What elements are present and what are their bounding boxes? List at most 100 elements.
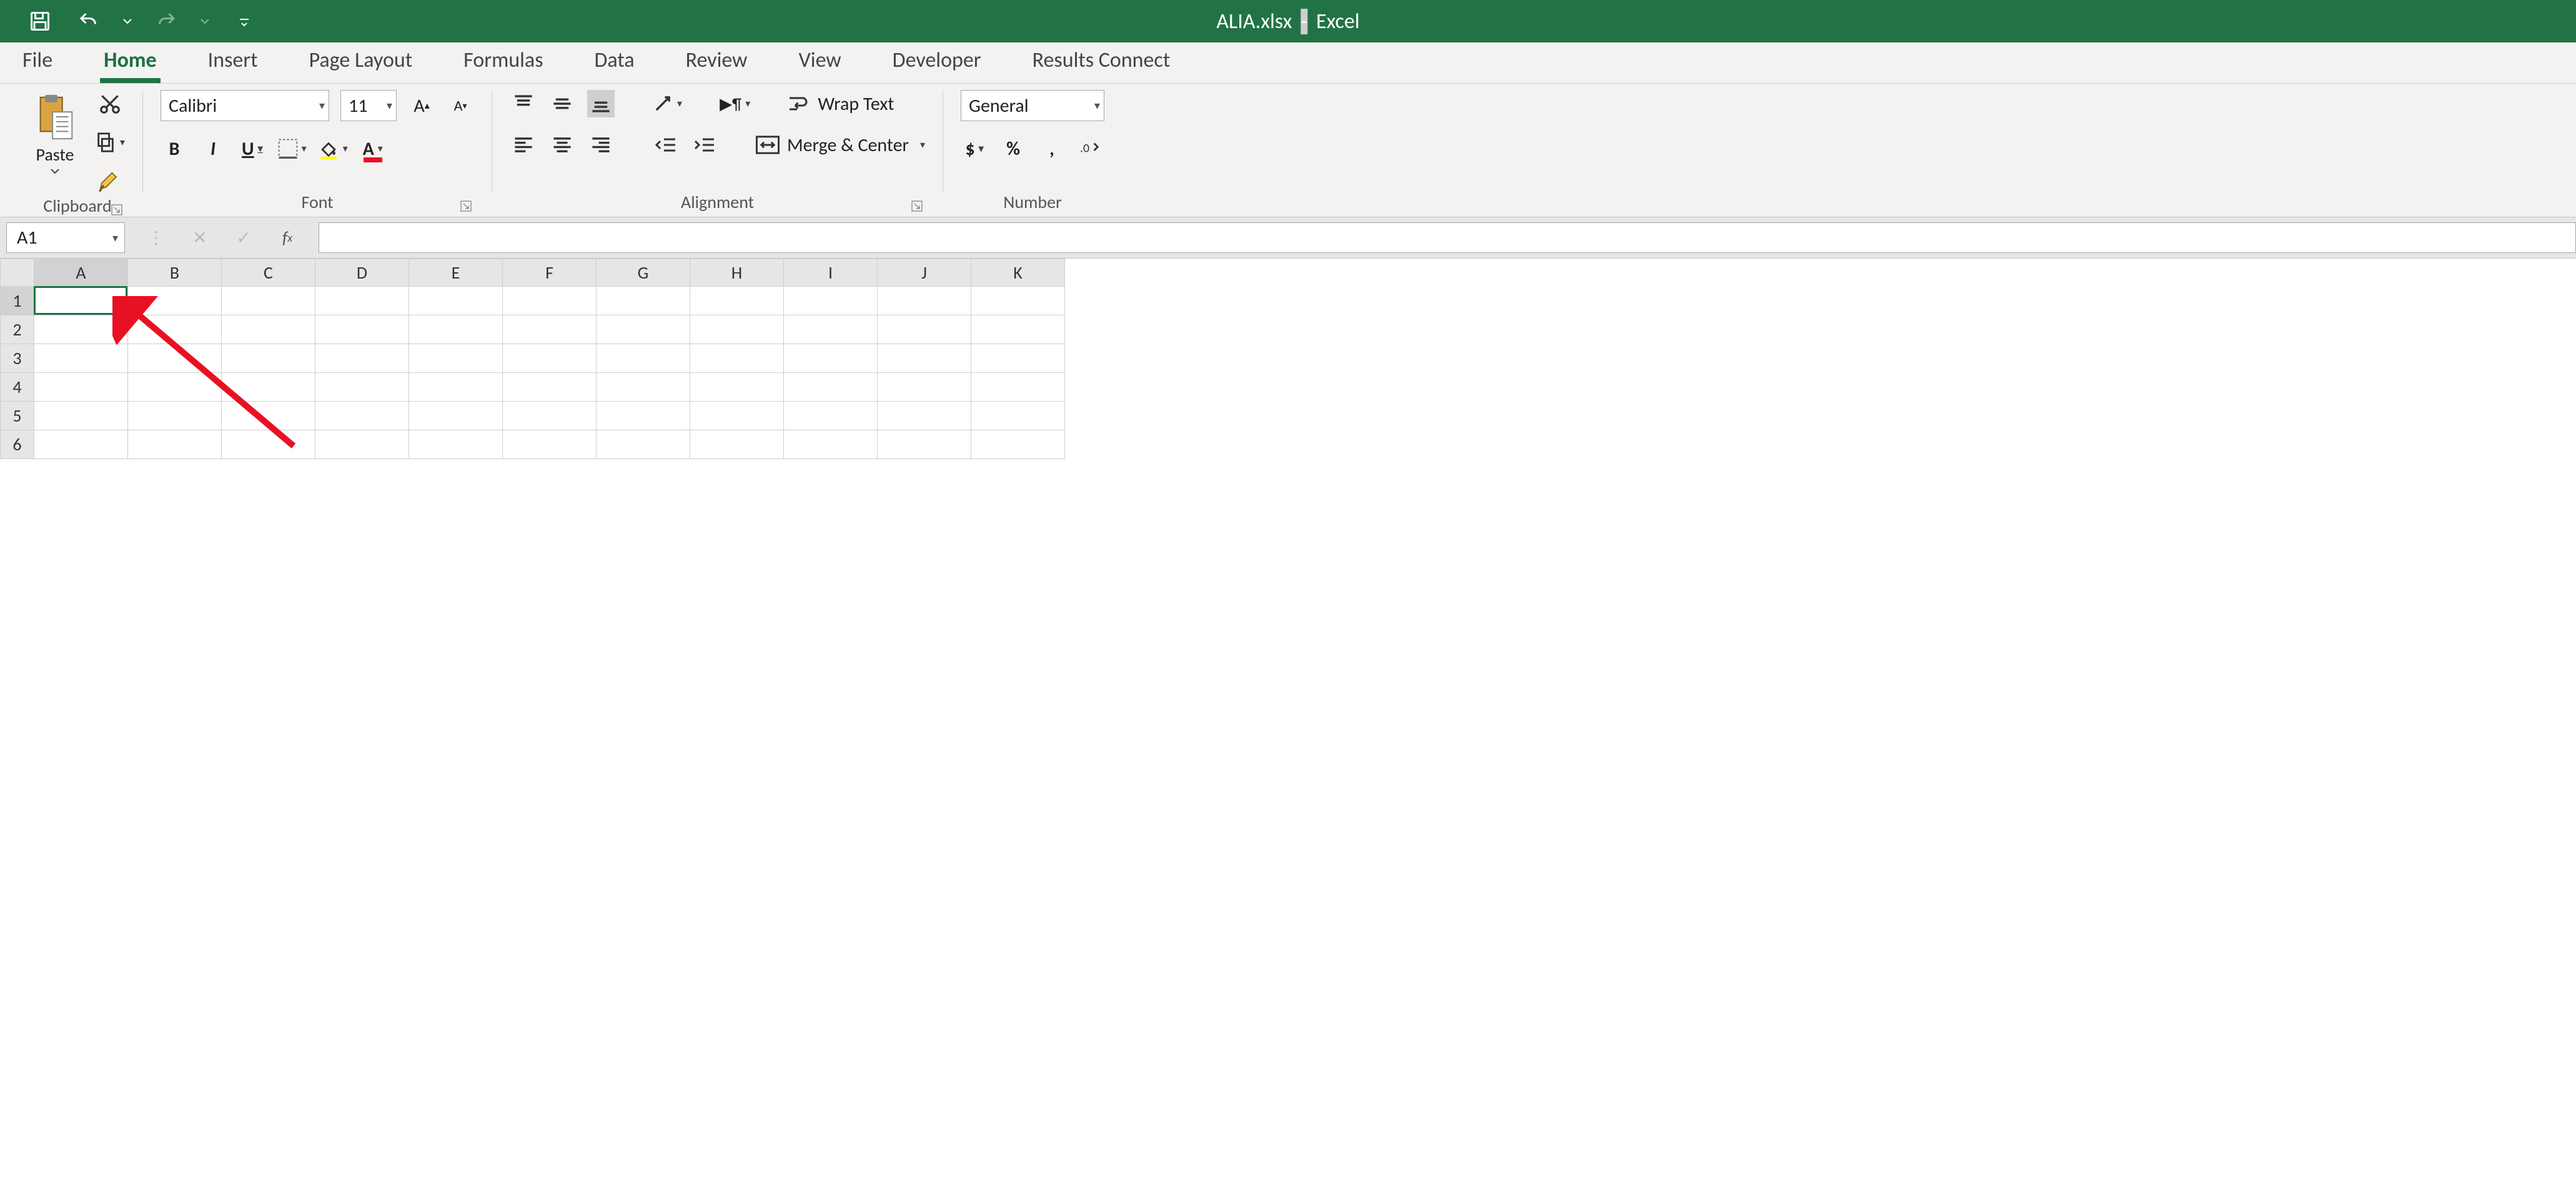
- cell-A6[interactable]: [34, 430, 128, 459]
- cell-C6[interactable]: [222, 430, 315, 459]
- cell-B2[interactable]: [128, 315, 222, 344]
- cell-D2[interactable]: [315, 315, 409, 344]
- column-header-D[interactable]: D: [315, 259, 409, 287]
- font-name-select[interactable]: Calibri▾: [161, 90, 329, 121]
- column-header-F[interactable]: F: [503, 259, 597, 287]
- align-middle-button[interactable]: [548, 90, 576, 117]
- cell-F2[interactable]: [503, 315, 597, 344]
- cell-E6[interactable]: [409, 430, 503, 459]
- cell-B3[interactable]: [128, 344, 222, 373]
- tab-formulas[interactable]: Formulas: [460, 41, 547, 83]
- name-box[interactable]: A1▾: [6, 222, 125, 253]
- cell-G6[interactable]: [597, 430, 690, 459]
- cell-I4[interactable]: [784, 373, 878, 402]
- cell-I1[interactable]: [784, 287, 878, 315]
- cell-H6[interactable]: [690, 430, 784, 459]
- cell-C2[interactable]: [222, 315, 315, 344]
- cell-I3[interactable]: [784, 344, 878, 373]
- bold-button[interactable]: B: [161, 135, 188, 162]
- cell-J2[interactable]: [878, 315, 971, 344]
- cell-K2[interactable]: [971, 315, 1065, 344]
- column-header-I[interactable]: I: [784, 259, 878, 287]
- fill-color-button[interactable]: [318, 135, 348, 162]
- cell-A1[interactable]: [34, 287, 128, 315]
- increase-indent-button[interactable]: [691, 131, 718, 159]
- alignment-launcher[interactable]: [909, 198, 925, 214]
- qat-customize-dropdown[interactable]: [239, 6, 249, 36]
- worksheet-grid[interactable]: ABCDEFGHIJK123456: [0, 259, 2576, 1178]
- tab-developer[interactable]: Developer: [889, 41, 985, 83]
- number-format-select[interactable]: General▾: [961, 90, 1104, 121]
- cell-B6[interactable]: [128, 430, 222, 459]
- align-right-button[interactable]: [587, 131, 615, 159]
- cell-J4[interactable]: [878, 373, 971, 402]
- clipboard-launcher[interactable]: [109, 202, 125, 218]
- decrease-indent-button[interactable]: [652, 131, 680, 159]
- cell-A3[interactable]: [34, 344, 128, 373]
- cell-C4[interactable]: [222, 373, 315, 402]
- row-header-6[interactable]: 6: [1, 430, 34, 459]
- formula-options-icon[interactable]: ⋮: [144, 225, 169, 250]
- row-header-4[interactable]: 4: [1, 373, 34, 402]
- cell-I6[interactable]: [784, 430, 878, 459]
- cell-E4[interactable]: [409, 373, 503, 402]
- column-header-J[interactable]: J: [878, 259, 971, 287]
- comma-format-button[interactable]: ,: [1038, 135, 1066, 162]
- column-header-K[interactable]: K: [971, 259, 1065, 287]
- font-launcher[interactable]: [458, 198, 474, 214]
- column-header-H[interactable]: H: [690, 259, 784, 287]
- text-direction-button[interactable]: ▶¶: [720, 90, 750, 117]
- cell-B5[interactable]: [128, 402, 222, 430]
- cell-E3[interactable]: [409, 344, 503, 373]
- cell-C5[interactable]: [222, 402, 315, 430]
- cell-F6[interactable]: [503, 430, 597, 459]
- cell-K1[interactable]: [971, 287, 1065, 315]
- row-header-2[interactable]: 2: [1, 315, 34, 344]
- cell-B1[interactable]: [128, 287, 222, 315]
- increase-decimal-button[interactable]: .0: [1077, 135, 1104, 162]
- underline-button[interactable]: U: [238, 135, 267, 162]
- cell-C3[interactable]: [222, 344, 315, 373]
- cell-G5[interactable]: [597, 402, 690, 430]
- tab-review[interactable]: Review: [682, 41, 751, 83]
- cell-H4[interactable]: [690, 373, 784, 402]
- cell-H2[interactable]: [690, 315, 784, 344]
- column-header-A[interactable]: A: [34, 259, 128, 287]
- wrap-text-button[interactable]: Wrap Text: [788, 92, 894, 116]
- cell-F5[interactable]: [503, 402, 597, 430]
- formula-input[interactable]: [319, 222, 2576, 253]
- paste-dropdown-icon[interactable]: [50, 168, 60, 174]
- cell-D4[interactable]: [315, 373, 409, 402]
- cell-D3[interactable]: [315, 344, 409, 373]
- cell-G1[interactable]: [597, 287, 690, 315]
- align-left-button[interactable]: [510, 131, 537, 159]
- cancel-formula-button[interactable]: ✕: [187, 225, 212, 250]
- cell-D1[interactable]: [315, 287, 409, 315]
- cell-J3[interactable]: [878, 344, 971, 373]
- tab-data[interactable]: Data: [591, 41, 638, 83]
- format-painter-button[interactable]: [96, 167, 124, 195]
- tab-view[interactable]: View: [795, 41, 845, 83]
- cell-A5[interactable]: [34, 402, 128, 430]
- redo-button[interactable]: [151, 6, 181, 36]
- row-header-1[interactable]: 1: [1, 287, 34, 315]
- tab-home[interactable]: Home: [100, 41, 161, 83]
- column-header-E[interactable]: E: [409, 259, 503, 287]
- cell-F3[interactable]: [503, 344, 597, 373]
- align-top-button[interactable]: [510, 90, 537, 117]
- enter-formula-button[interactable]: ✓: [231, 225, 256, 250]
- align-bottom-button[interactable]: [587, 90, 615, 117]
- cell-I2[interactable]: [784, 315, 878, 344]
- font-size-select[interactable]: 11▾: [340, 90, 397, 121]
- cell-D6[interactable]: [315, 430, 409, 459]
- cell-H1[interactable]: [690, 287, 784, 315]
- cell-G4[interactable]: [597, 373, 690, 402]
- cell-K4[interactable]: [971, 373, 1065, 402]
- borders-button[interactable]: [278, 135, 307, 162]
- cell-C1[interactable]: [222, 287, 315, 315]
- cell-H5[interactable]: [690, 402, 784, 430]
- cut-button[interactable]: [96, 90, 124, 117]
- undo-button[interactable]: [74, 6, 104, 36]
- paste-button[interactable]: Paste: [30, 90, 80, 177]
- tab-results-connect[interactable]: Results Connect: [1029, 41, 1174, 83]
